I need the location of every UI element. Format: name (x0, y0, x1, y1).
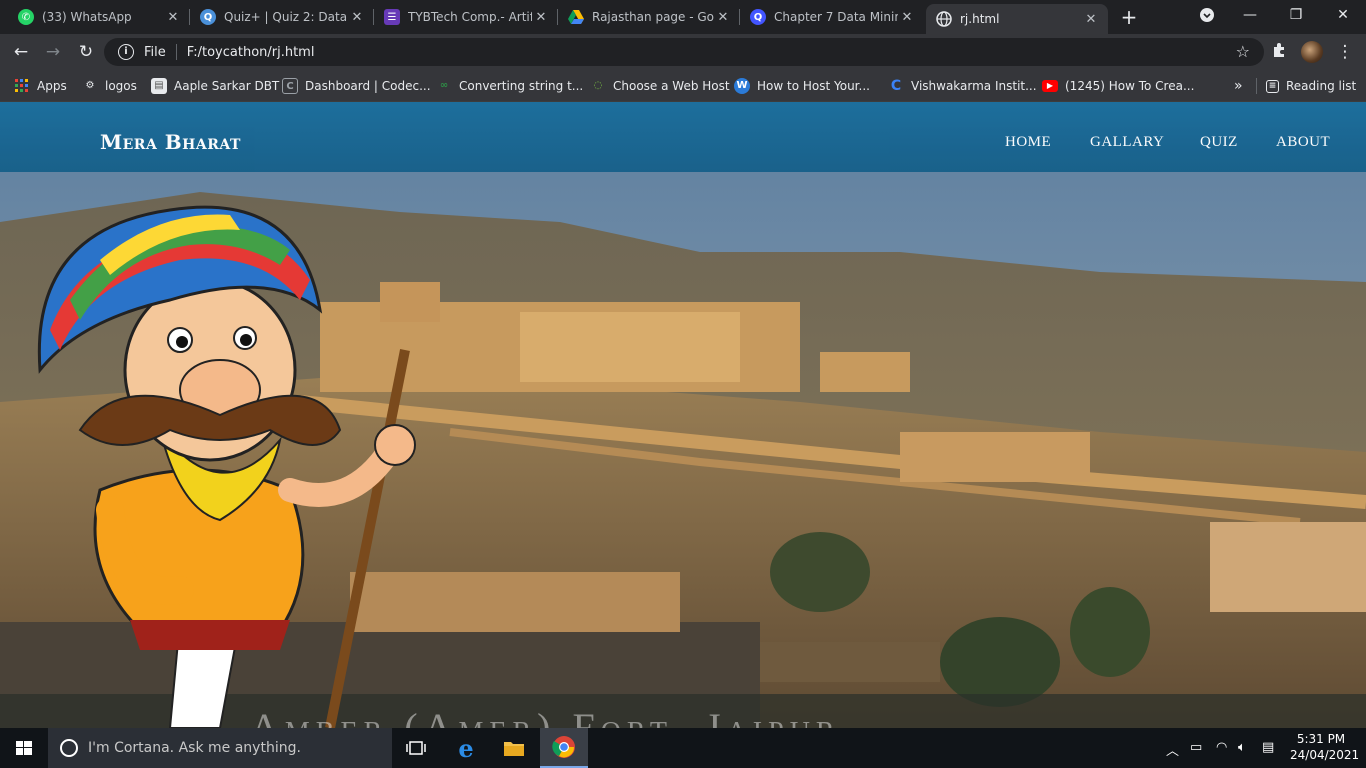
chrome-taskbar-icon[interactable] (540, 728, 588, 768)
windows-logo-icon (16, 741, 32, 755)
close-window-button[interactable]: ✕ (1320, 0, 1366, 30)
reload-button[interactable]: ↻ (75, 42, 97, 62)
system-clock[interactable]: 5:31 PM 24/04/2021 (1290, 731, 1360, 763)
avatar[interactable] (1301, 41, 1323, 63)
globe-icon (936, 11, 952, 27)
nav-home[interactable]: HOME (1005, 134, 1051, 151)
url-scheme: File (144, 44, 166, 60)
w-icon: W (734, 78, 750, 94)
volume-icon[interactable]: 🔈︎ (1238, 740, 1246, 755)
apps-grid-icon (14, 78, 30, 94)
bookmark-logos[interactable]: ⚙ logos (82, 77, 137, 95)
close-icon[interactable]: ✕ (898, 10, 916, 25)
bookmarks-bar: Apps ⚙ logos ▤ Aaple Sarkar DBT C Dashbo… (0, 70, 1366, 102)
nav-quiz[interactable]: QUIZ (1200, 134, 1238, 151)
vit-icon: C (890, 78, 902, 94)
nav-gallary[interactable]: GALLARY (1090, 134, 1164, 151)
tab-rj-html[interactable]: rj.html ✕ (926, 4, 1108, 34)
extensions-icon[interactable] (1268, 42, 1290, 62)
show-hidden-icons[interactable]: ︿ (1166, 740, 1179, 759)
quiz-icon: Q (200, 9, 216, 25)
info-icon[interactable]: i (118, 44, 134, 60)
close-icon[interactable]: ✕ (348, 10, 366, 25)
browser-toolbar: ← → ↻ i File F:/toycathon/rj.html ☆ ⋮ (0, 34, 1366, 70)
bookmark-codecademy[interactable]: C Dashboard | Codec... (282, 77, 431, 95)
cortana-search[interactable]: I'm Cortana. Ask me anything. (48, 728, 392, 768)
start-button[interactable] (0, 728, 48, 768)
tab-quiz[interactable]: Q Quiz+ | Quiz 2: Data Mining ✕ (190, 0, 374, 34)
bookmark-vishwakarma[interactable]: C Vishwakarma Instit... (888, 77, 1037, 95)
tab-strip: ✆ (33) WhatsApp ✕ Q Quiz+ | Quiz 2: Data… (0, 0, 1366, 34)
bookmark-host[interactable]: W How to Host Your... (734, 77, 870, 95)
tab-title: Chapter 7 Data Mining (774, 10, 898, 24)
close-icon[interactable]: ✕ (532, 10, 550, 25)
web-page: Mera Bharat HOME GALLARY QUIZ ABOUT Ambe… (0, 102, 1366, 728)
back-button[interactable]: ← (10, 42, 32, 62)
tab-whatsapp[interactable]: ✆ (33) WhatsApp ✕ (8, 0, 190, 34)
file-explorer-icon[interactable] (490, 728, 538, 768)
site-header: Mera Bharat HOME GALLARY QUIZ ABOUT (0, 102, 1366, 172)
bookmark-apps[interactable]: Apps (14, 77, 67, 95)
logos-icon: ⚙ (85, 80, 95, 91)
reading-list-icon: ≡ (1266, 79, 1279, 93)
windows-taskbar: I'm Cortana. Ask me anything. e ︿ ▭ ◠ 🔈︎… (0, 728, 1366, 768)
notifications-icon[interactable]: ▤ (1262, 740, 1274, 755)
bookmark-youtube[interactable]: ▶ (1245) How To Crea... (1042, 77, 1194, 95)
battery-icon[interactable]: ▭ (1190, 740, 1202, 755)
bookmark-geeks[interactable]: ∞ Converting string t... (436, 77, 583, 95)
geeks-icon: ∞ (439, 80, 449, 91)
new-tab-button[interactable]: + (1118, 6, 1140, 28)
tab-title: TYBTech Comp.- Artificial (408, 10, 532, 24)
bookmark-star-icon[interactable]: ☆ (1236, 42, 1250, 61)
clock-time: 5:31 PM (1296, 732, 1346, 746)
edge-icon[interactable]: e (442, 728, 490, 768)
wifi-icon[interactable]: ◠ (1216, 740, 1227, 755)
tab-title: rj.html (960, 12, 1000, 26)
tab-title: Quiz+ | Quiz 2: Data Mining (224, 10, 348, 24)
forward-button[interactable]: → (42, 42, 64, 62)
close-icon[interactable]: ✕ (714, 10, 732, 25)
close-icon[interactable]: ✕ (1082, 12, 1100, 27)
youtube-icon: ▶ (1042, 80, 1058, 92)
reading-list-button[interactable]: ≡ Reading list (1266, 77, 1356, 95)
tab-title: (33) WhatsApp (42, 10, 132, 24)
tab-search-button[interactable] (1184, 0, 1230, 30)
whatsapp-icon: ✆ (18, 9, 34, 25)
tab-drive[interactable]: Rajasthan page - Google ✕ (558, 0, 740, 34)
clock-date: 24/04/2021 (1290, 748, 1360, 762)
rajasthani-cartoon-image (37, 205, 416, 728)
tab-forms[interactable]: ☰ TYBTech Comp.- Artificial ✕ (374, 0, 558, 34)
bookmark-web-host[interactable]: ◌ Choose a Web Host (590, 77, 730, 95)
forms-icon: ☰ (384, 9, 400, 25)
menu-dots-icon[interactable]: ⋮ (1334, 42, 1356, 62)
bookmark-aaple-sarkar[interactable]: ▤ Aaple Sarkar DBT (151, 77, 279, 95)
maximize-button[interactable]: ❐ (1273, 0, 1319, 30)
tab-title: Rajasthan page - Google (592, 10, 714, 24)
url-text[interactable]: F:/toycathon/rj.html (187, 45, 315, 60)
nav-about[interactable]: ABOUT (1276, 134, 1330, 151)
quizlet-icon: Q (750, 9, 766, 25)
more-bookmarks-button[interactable]: » (1234, 77, 1243, 95)
tab-quizlet[interactable]: Q Chapter 7 Data Mining ✕ (740, 0, 924, 34)
drive-icon (568, 9, 584, 25)
minimize-button[interactable]: — (1227, 0, 1273, 30)
hero-caption: Amber (Amer) Fort, Jaipur (250, 705, 841, 728)
document-icon: ▤ (151, 78, 167, 94)
codecademy-icon: C (282, 78, 298, 94)
task-view-button[interactable] (392, 728, 440, 768)
close-icon[interactable]: ✕ (164, 10, 182, 25)
address-bar[interactable]: i File F:/toycathon/rj.html ☆ (104, 38, 1264, 66)
cortana-icon (60, 739, 78, 757)
webhost-icon: ◌ (593, 80, 603, 91)
site-brand[interactable]: Mera Bharat (100, 130, 241, 154)
